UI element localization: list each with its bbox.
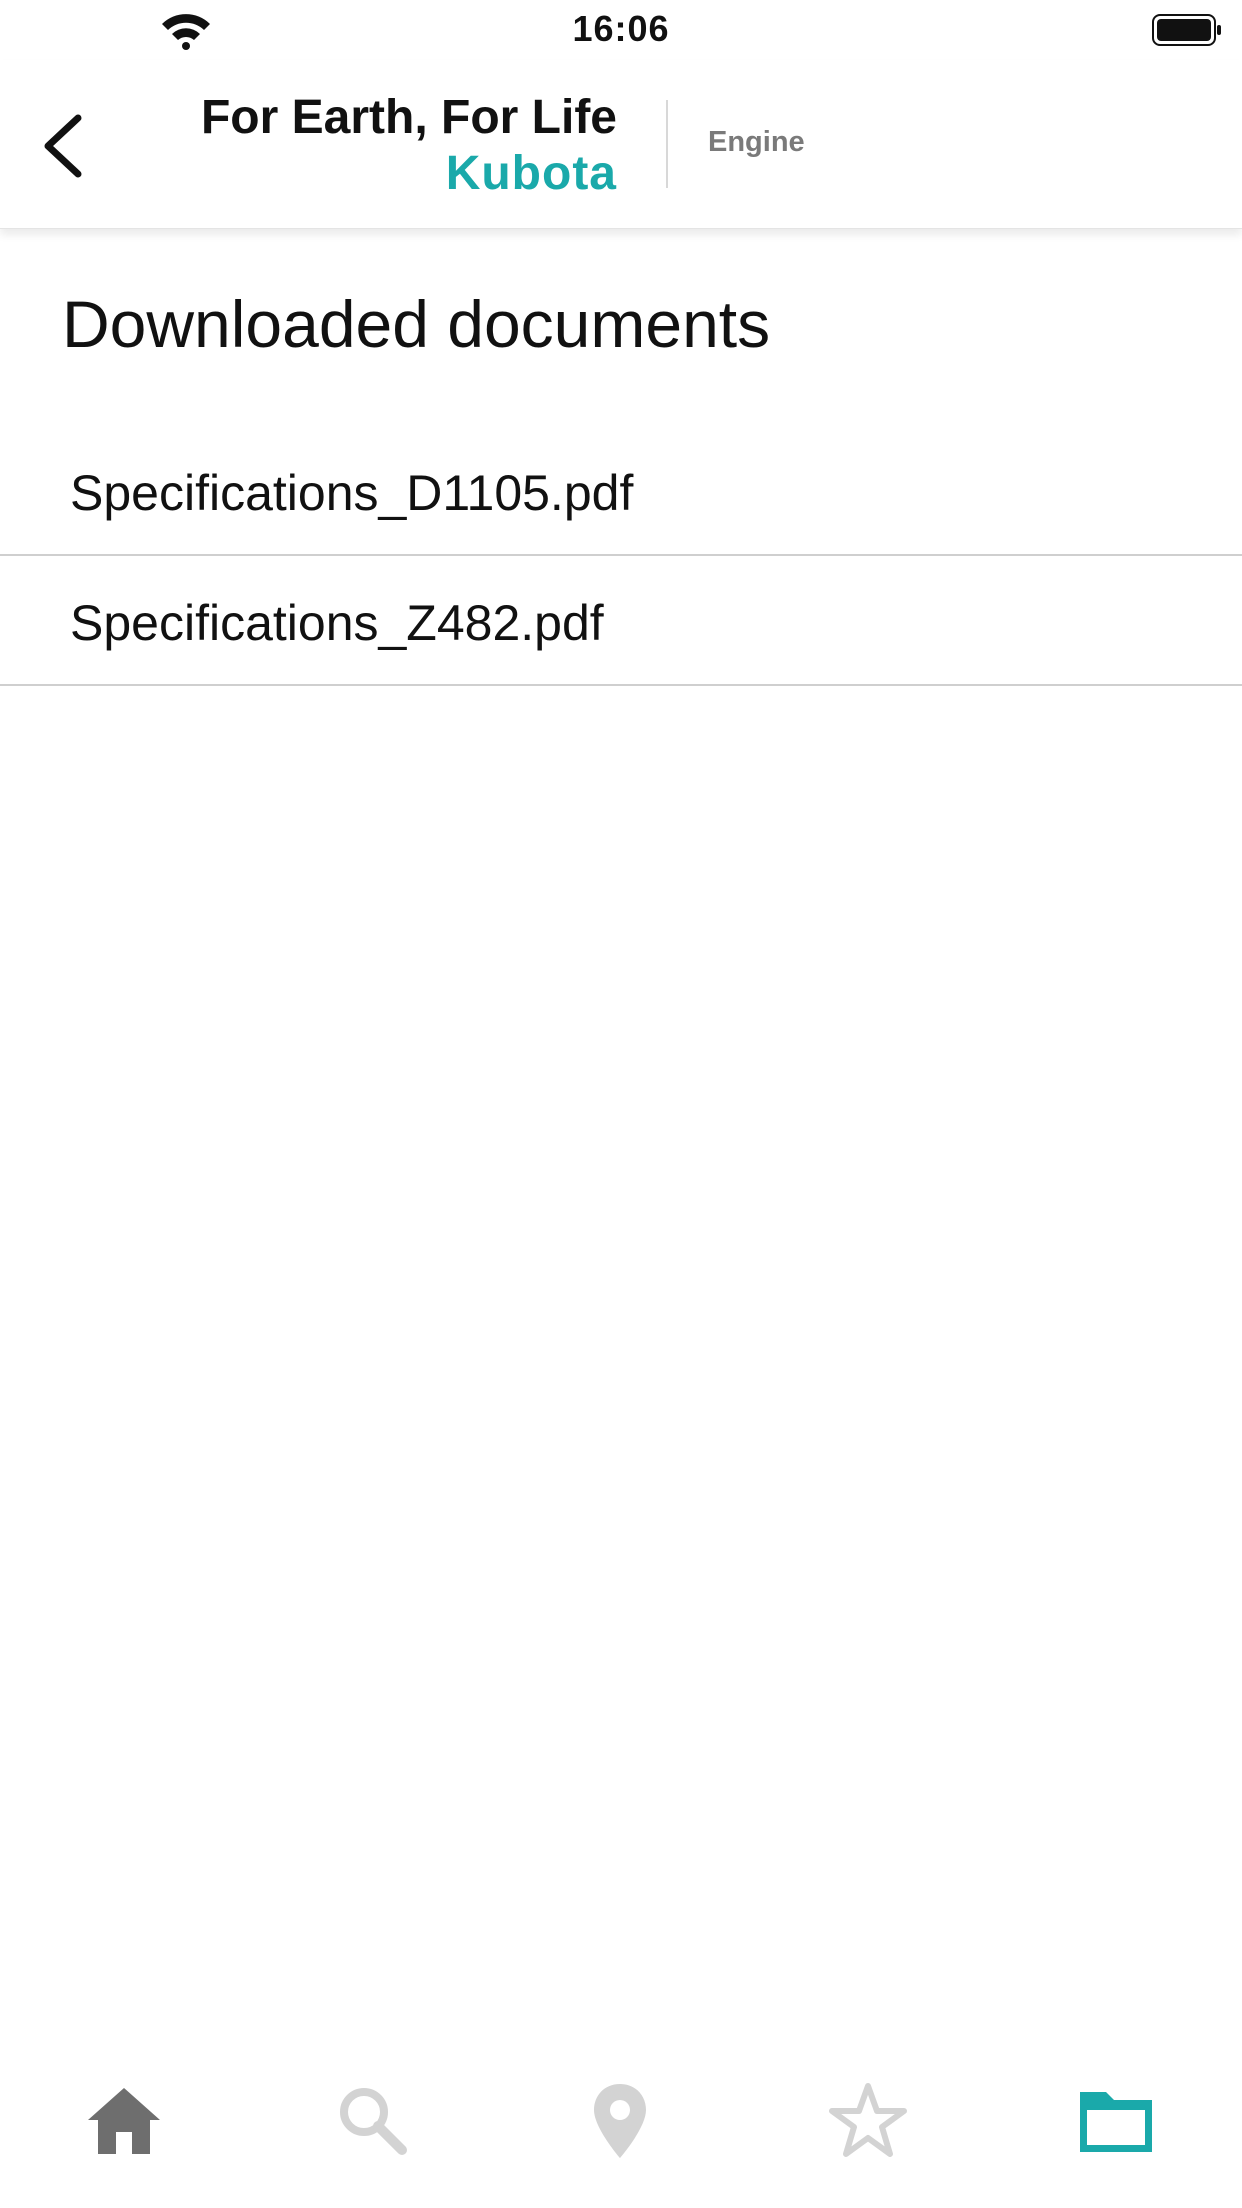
battery-icon bbox=[1152, 14, 1221, 46]
logo-tagline: For Earth, For Life bbox=[200, 91, 617, 144]
logo-brand: Kubota bbox=[445, 147, 617, 200]
status-bar: 16:06 bbox=[0, 0, 1242, 60]
star-icon bbox=[829, 2083, 907, 2157]
document-name: Specifications_D1105.pdf bbox=[70, 465, 634, 521]
back-chevron-icon[interactable] bbox=[36, 106, 96, 186]
navigation-bar: For Earth, For Life Kubota Engine bbox=[0, 60, 1242, 229]
document-list: Specifications_D1105.pdf Specifications_… bbox=[0, 426, 1242, 686]
list-item[interactable]: Specifications_D1105.pdf bbox=[0, 426, 1242, 556]
header-divider bbox=[666, 100, 668, 188]
status-time: 16:06 bbox=[572, 8, 670, 49]
home-icon bbox=[88, 2088, 160, 2154]
tab-home[interactable] bbox=[0, 2060, 248, 2208]
tab-search[interactable] bbox=[248, 2060, 496, 2208]
section-label: Engine bbox=[708, 126, 805, 158]
tab-downloads[interactable] bbox=[992, 2060, 1240, 2208]
tab-locations[interactable] bbox=[496, 2060, 744, 2208]
tab-bar bbox=[0, 2060, 1242, 2208]
search-icon bbox=[340, 2088, 407, 2155]
tab-favorites[interactable] bbox=[744, 2060, 992, 2208]
document-name: Specifications_Z482.pdf bbox=[70, 595, 604, 651]
kubota-logo: For Earth, For Life Kubota bbox=[201, 90, 625, 220]
page-title: Downloaded documents bbox=[62, 287, 771, 361]
folder-icon bbox=[1080, 2092, 1152, 2152]
list-item[interactable]: Specifications_Z482.pdf bbox=[0, 556, 1242, 686]
location-pin-icon bbox=[594, 2084, 646, 2158]
